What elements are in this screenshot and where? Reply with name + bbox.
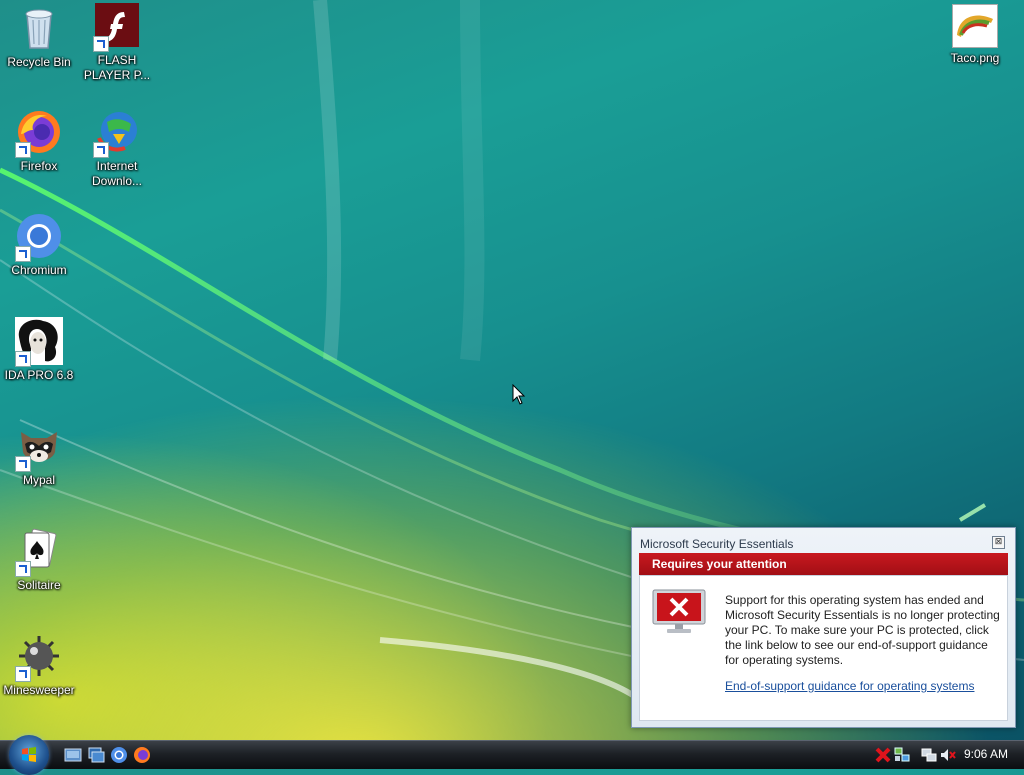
mypal-icon: [15, 422, 63, 472]
chromium-icon: [15, 212, 63, 262]
taco-image-icon: [952, 4, 998, 48]
network-icon[interactable]: [893, 746, 911, 764]
shortcut-arrow-icon: [15, 351, 31, 367]
shortcut-arrow-icon: [15, 456, 31, 472]
alert-monitor-icon: [652, 589, 706, 633]
shortcut-arrow-icon: [15, 246, 31, 262]
mouse-cursor-icon: [512, 384, 526, 405]
desktop-icon-ida-pro[interactable]: IDA PRO 6.8: [0, 317, 78, 383]
internet-download-manager-icon: [93, 108, 141, 158]
desktop-icon-flash-player[interactable]: FLASH PLAYER P...: [78, 2, 156, 83]
end-of-support-link[interactable]: End-of-support guidance for operating sy…: [725, 679, 974, 693]
shortcut-arrow-icon: [93, 142, 109, 158]
minesweeper-icon: [15, 632, 63, 682]
notification-message: Support for this operating system has en…: [725, 593, 1000, 667]
notification-title: Microsoft Security Essentials: [640, 537, 794, 551]
recycle-bin-icon: [15, 4, 63, 52]
desktop-icon-label: Firefox: [20, 159, 58, 173]
volume-muted-icon[interactable]: [939, 746, 957, 764]
solitaire-icon: [15, 527, 63, 577]
desktop-icon-label: FLASH PLAYER P...: [83, 53, 151, 82]
close-button[interactable]: ⊠: [992, 536, 1005, 549]
desktop-icon-label: Solitaire: [17, 578, 61, 592]
start-button[interactable]: [9, 735, 49, 775]
firefox-icon[interactable]: [133, 746, 151, 764]
desktop-icon-internet-download-manager[interactable]: Internet Downlo...: [78, 108, 156, 189]
shortcut-arrow-icon: [15, 142, 31, 158]
desktop-icon-mypal[interactable]: Mypal: [0, 422, 78, 488]
network-connection-icon[interactable]: [920, 746, 938, 764]
flash-player-icon: [93, 2, 141, 52]
shortcut-arrow-icon: [15, 561, 31, 577]
desktop-icon-solitaire[interactable]: Solitaire: [0, 527, 78, 593]
desktop-icon-label: Internet Downlo...: [91, 159, 143, 188]
windows-logo-icon: [22, 747, 36, 762]
chromium-icon[interactable]: [110, 746, 128, 764]
desktop-icon-label: Taco.png: [950, 51, 1000, 65]
show-desktop-icon[interactable]: [64, 746, 82, 764]
switch-windows-icon[interactable]: [87, 746, 105, 764]
notification-header: Requires your attention: [639, 553, 1008, 575]
ida-pro-icon: [15, 317, 63, 367]
security-essentials-notification: Microsoft Security Essentials ⊠ Requires…: [631, 527, 1016, 728]
desktop-icon-label: Recycle Bin: [7, 55, 71, 69]
desktop-icon-label: IDA PRO 6.8: [4, 368, 74, 382]
desktop-icon-label: Minesweeper: [3, 683, 75, 697]
firefox-icon: [15, 108, 63, 158]
desktop-icon-minesweeper[interactable]: Minesweeper: [0, 632, 78, 698]
notification-body: Support for this operating system has en…: [639, 575, 1008, 721]
shortcut-arrow-icon: [93, 36, 109, 52]
system-clock[interactable]: 9:06 AM: [964, 747, 1008, 761]
desktop-icon-chromium[interactable]: Chromium: [0, 212, 78, 278]
desktop-icon-firefox[interactable]: Firefox: [0, 108, 78, 174]
security-alert-icon[interactable]: [874, 746, 892, 764]
desktop-icon-label: Mypal: [22, 473, 55, 487]
desktop-icon-label: Chromium: [11, 263, 67, 277]
taskbar: 9:06 AM: [0, 735, 1024, 775]
shortcut-arrow-icon: [15, 666, 31, 682]
desktop-icon-taco-png[interactable]: Taco.png: [936, 4, 1014, 66]
desktop-icon-recycle-bin[interactable]: Recycle Bin: [0, 4, 78, 70]
